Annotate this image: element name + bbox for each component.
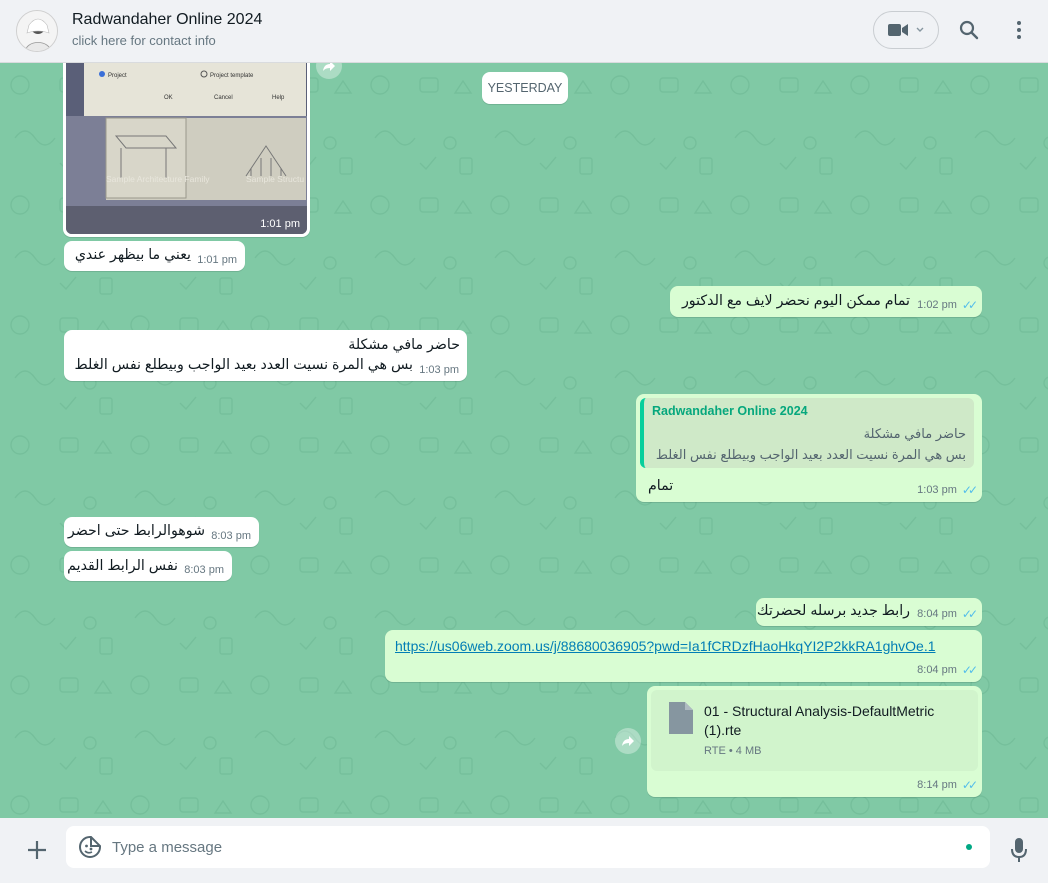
photo-label-sample-struct: Sample Structu Family [246, 174, 307, 184]
status-dot [966, 844, 972, 850]
outgoing-message[interactable]: تمام ممكن اليوم نحضر لايف مع الدكتور 1:0… [670, 286, 982, 317]
message-text: نفس الرابط القديم [67, 558, 178, 574]
photo-label-sample-arch: Sample Architecture Family [106, 174, 210, 184]
message-time: 8:04 pm ✓✓ [917, 663, 978, 677]
voice-message-button[interactable] [1008, 835, 1030, 865]
message-time: 8:14 pm ✓✓ [917, 778, 978, 792]
message-time: 1:01 pm [197, 254, 237, 266]
message-text: تمام [648, 478, 674, 494]
file-icon [669, 702, 693, 734]
outgoing-message[interactable]: رابط جديد برسله لحضرتك 8:04 pm ✓✓ [756, 598, 982, 626]
message-text: تمام ممكن اليوم نحضر لايف مع الدكتور [681, 293, 910, 309]
read-receipt-icon: ✓✓ [961, 663, 978, 677]
message-input[interactable] [112, 834, 952, 860]
message-time: 8:04 pm ✓✓ [917, 607, 978, 621]
quoted-line2: بس هي المرة نسيت العدد بعيد الواجب وبيطل… [655, 447, 966, 462]
shared-photo[interactable]: Project Project template OK Cancel Help … [66, 63, 307, 234]
photo-label-help: Help [272, 95, 285, 101]
message-list[interactable]: Project Project template OK Cancel Help … [0, 63, 1048, 818]
incoming-message[interactable]: نفس الرابط القديم 8:03 pm [64, 551, 232, 581]
photo-label-cancel: Cancel [214, 95, 233, 101]
contact-avatar[interactable] [16, 10, 58, 52]
message-text-line1: حاضر مافي مشكلة [348, 337, 460, 353]
quoted-line1: حاضر مافي مشكلة [863, 426, 966, 441]
read-receipt-icon: ✓✓ [961, 778, 978, 792]
message-input-box[interactable] [66, 826, 990, 868]
contact-info-hint[interactable]: click here for contact info [72, 33, 216, 48]
forward-button[interactable] [615, 728, 641, 754]
incoming-message[interactable]: يعني ما بيظهر عندي 1:01 pm [64, 241, 245, 271]
outgoing-file-message[interactable]: 01 - Structural Analysis-DefaultMetric (… [647, 686, 982, 797]
video-call-button[interactable] [873, 11, 939, 49]
photo-label-project: Project [108, 73, 127, 79]
video-icon [888, 24, 908, 36]
quoted-author: Radwandaher Online 2024 [652, 404, 808, 418]
search-icon [959, 20, 979, 40]
message-time: 1:01 pm [260, 218, 300, 230]
menu-icon [1017, 21, 1021, 39]
read-receipt-icon: ✓✓ [961, 483, 978, 497]
message-time: 1:02 pm ✓✓ [917, 298, 978, 312]
file-meta: RTE • 4 MB [704, 745, 762, 757]
chat-header[interactable]: Radwandaher Online 2024 click here for c… [0, 0, 1048, 63]
forward-icon [622, 736, 634, 746]
outgoing-reply-message[interactable]: Radwandaher Online 2024 حاضر مافي مشكلة … [636, 394, 982, 502]
plus-icon [28, 841, 46, 859]
composer [0, 818, 1048, 883]
message-time: 1:03 pm [419, 364, 459, 376]
message-text: شوهوالرابط حتى احضر [67, 523, 205, 539]
message-text: رابط جديد برسله لحضرتك [756, 603, 910, 619]
quoted-message[interactable]: Radwandaher Online 2024 حاضر مافي مشكلة … [640, 398, 974, 468]
message-time: 1:03 pm ✓✓ [917, 483, 978, 497]
image-message[interactable]: Project Project template OK Cancel Help … [63, 63, 310, 237]
incoming-message[interactable]: حاضر مافي مشكلة بس هي المرة نسيت العدد ب… [64, 330, 467, 381]
forward-icon [323, 63, 335, 71]
read-receipt-icon: ✓✓ [961, 298, 978, 312]
attach-button[interactable] [22, 835, 52, 865]
search-button[interactable] [955, 16, 983, 44]
message-time: 8:03 pm [184, 564, 224, 576]
contact-name[interactable]: Radwandaher Online 2024 [72, 11, 262, 29]
message-text: يعني ما بيظهر عندي [74, 247, 191, 263]
mic-icon [1011, 838, 1027, 862]
read-receipt-icon: ✓✓ [961, 607, 978, 621]
outgoing-link-message[interactable]: https://us06web.zoom.us/j/88680036905?pw… [385, 630, 982, 682]
chevron-down-icon [916, 27, 924, 32]
zoom-meeting-link[interactable]: https://us06web.zoom.us/j/88680036905?pw… [395, 638, 936, 654]
file-attachment[interactable]: 01 - Structural Analysis-DefaultMetric (… [651, 690, 978, 771]
sticker-icon[interactable] [78, 835, 102, 859]
file-name-line1: 01 - Structural Analysis-DefaultMetric [704, 703, 935, 719]
photo-label-ok: OK [164, 95, 173, 101]
file-name-line2: (1).rte [704, 722, 742, 738]
photo-label-template: Project template [210, 73, 254, 79]
message-text-line2: بس هي المرة نسيت العدد بعيد الواجب وبيطل… [74, 357, 413, 373]
menu-button[interactable] [1006, 16, 1032, 44]
date-divider: YESTERDAY [482, 72, 568, 104]
message-time: 8:03 pm [211, 530, 251, 542]
incoming-message[interactable]: شوهوالرابط حتى احضر 8:03 pm [64, 517, 259, 547]
